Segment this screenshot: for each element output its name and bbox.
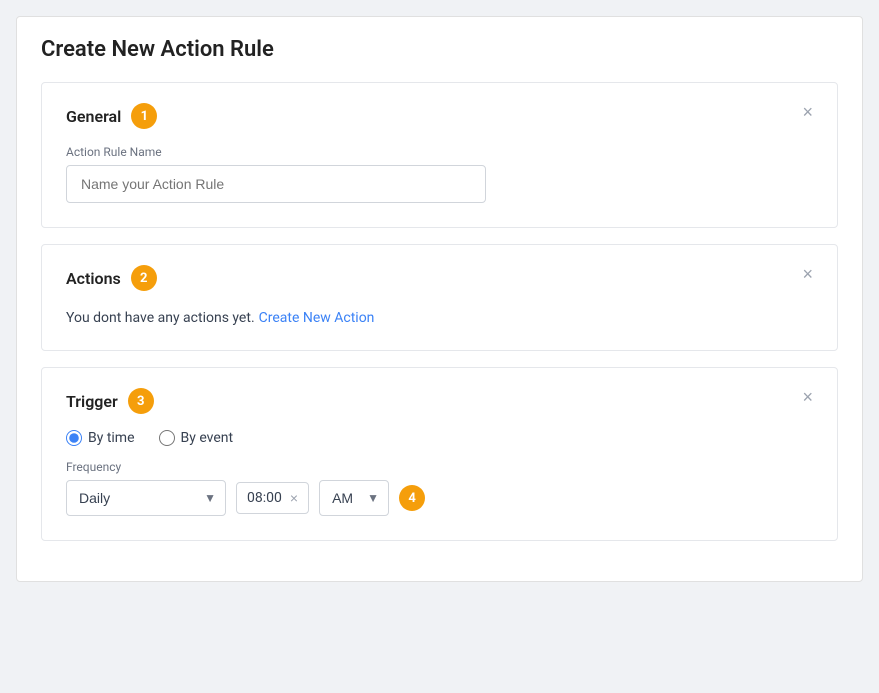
actions-close-button[interactable]: × xyxy=(798,263,817,285)
ampm-select-wrapper: AM PM ▼ xyxy=(319,480,389,516)
ampm-select[interactable]: AM PM xyxy=(319,480,389,516)
step-badge-4: 4 xyxy=(399,485,425,511)
actions-header: Actions 2 xyxy=(66,265,813,291)
action-rule-name-label: Action Rule Name xyxy=(66,145,813,159)
frequency-label: Frequency xyxy=(66,460,813,474)
by-time-text: By time xyxy=(88,430,135,446)
actions-section: Actions 2 × You dont have any actions ye… xyxy=(41,244,838,351)
time-clear-button[interactable]: × xyxy=(290,491,298,505)
page-container: Create New Action Rule General 1 × Actio… xyxy=(16,16,863,582)
by-event-label[interactable]: By event xyxy=(159,430,234,446)
step-badge-1: 1 xyxy=(131,103,157,129)
no-actions-message: You dont have any actions yet. Create Ne… xyxy=(66,307,813,326)
trigger-close-button[interactable]: × xyxy=(798,386,817,408)
trigger-radio-group: By time By event xyxy=(66,430,813,446)
step-badge-3: 3 xyxy=(128,388,154,414)
time-value: 08:00 xyxy=(247,490,282,506)
action-rule-name-input[interactable] xyxy=(66,165,486,203)
trigger-section: Trigger 3 × By time By event Frequency D… xyxy=(41,367,838,541)
general-close-button[interactable]: × xyxy=(798,101,817,123)
trigger-controls-row: Daily Weekly Monthly ▼ 08:00 × AM PM ▼ 4 xyxy=(66,480,813,516)
general-header: General 1 xyxy=(66,103,813,129)
general-title: General xyxy=(66,107,121,126)
create-new-action-link[interactable]: Create New Action xyxy=(259,310,375,326)
frequency-select[interactable]: Daily Weekly Monthly xyxy=(66,480,226,516)
by-time-radio[interactable] xyxy=(66,430,82,446)
no-actions-text: You dont have any actions yet. xyxy=(66,310,255,326)
general-section: General 1 × Action Rule Name xyxy=(41,82,838,228)
trigger-title: Trigger xyxy=(66,392,118,411)
action-rule-name-field: Action Rule Name xyxy=(66,145,813,203)
by-event-radio[interactable] xyxy=(159,430,175,446)
step-badge-2: 2 xyxy=(131,265,157,291)
actions-title: Actions xyxy=(66,269,121,288)
page-title: Create New Action Rule xyxy=(41,37,838,62)
by-event-text: By event xyxy=(181,430,234,446)
frequency-select-wrapper: Daily Weekly Monthly ▼ xyxy=(66,480,226,516)
time-input-wrapper: 08:00 × xyxy=(236,482,309,514)
trigger-header: Trigger 3 xyxy=(66,388,813,414)
by-time-label[interactable]: By time xyxy=(66,430,135,446)
